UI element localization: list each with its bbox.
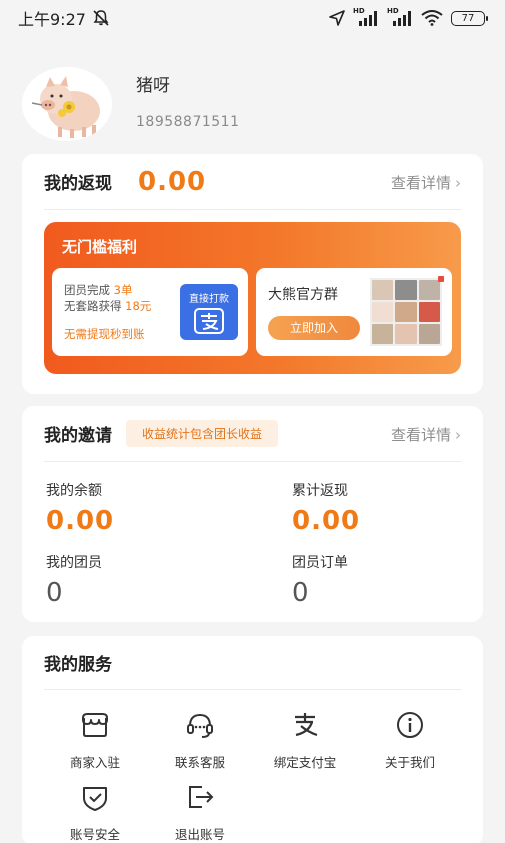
status-bar: 上午9:27 HD HD 77 (0, 0, 505, 36)
service-contact-support[interactable]: 联系客服 (145, 710, 255, 771)
group-member-avatar (418, 302, 440, 322)
promo-task-box[interactable]: 团员完成 3单 无套路获得 18元 无需提现秒到账 直接打款 (52, 268, 248, 356)
alipay-icon (295, 713, 318, 737)
logout-icon (189, 786, 214, 808)
profile-header[interactable]: 猪呀 18958871511 (22, 66, 482, 142)
promo-line-1-highlight: 3单 (113, 283, 133, 297)
group-member-avatar (418, 324, 440, 344)
pig-avatar-icon (22, 67, 112, 141)
promo-line-2-highlight: 18元 (125, 299, 152, 313)
invite-header: 我的邀请 收益统计包含团长收益 查看详情 › (44, 406, 461, 462)
red-dot-badge (438, 276, 444, 282)
signal-icon (359, 11, 377, 26)
invite-badge: 收益统计包含团长收益 (126, 420, 279, 447)
profile-text: 猪呀 18958871511 (136, 76, 240, 130)
signal-2: HD (387, 7, 413, 27)
stat-label: 累计返现 (292, 483, 348, 499)
cashback-detail-label: 查看详情 (390, 174, 451, 192)
service-merchant-entry[interactable]: 商家入驻 (40, 710, 150, 771)
stat-label: 我的余额 (46, 483, 102, 499)
user-phone: 18958871511 (136, 113, 240, 130)
chevron-right-icon: › (455, 425, 461, 444)
wifi-icon (421, 10, 443, 26)
headset-icon (187, 713, 213, 738)
join-now-button[interactable]: 立即加入 (268, 316, 360, 340)
invite-detail-link[interactable]: 查看详情 › (391, 424, 461, 445)
location-arrow-icon (329, 10, 345, 26)
chevron-right-icon: › (455, 173, 461, 192)
cashback-card: 我的返现 0.00 查看详情 › 无门槛福利 团员完成 3单 无套路获得 18元… (22, 154, 483, 394)
stat-members[interactable]: 我的团员 0 (46, 552, 102, 608)
stat-member-orders[interactable]: 团员订单 0 (292, 552, 348, 608)
avatar[interactable] (22, 67, 112, 141)
cashback-amount: 0.00 (138, 166, 207, 197)
service-account-security[interactable]: 账号安全 (40, 782, 150, 843)
notifications-off-icon (93, 10, 109, 26)
alipay-icon (194, 308, 224, 334)
service-label: 联系客服 (174, 755, 225, 770)
stat-label: 我的团员 (46, 555, 102, 571)
service-about-us[interactable]: 关于我们 (355, 710, 465, 771)
cashback-detail-link[interactable]: 查看详情 › (391, 172, 461, 193)
promo-line-2-prefix: 无套路获得 (64, 299, 126, 313)
stat-total-cashback[interactable]: 累计返现 0.00 (292, 480, 360, 536)
services-title: 我的服务 (44, 655, 112, 675)
promo-line-1: 团员完成 3单 (64, 282, 132, 298)
service-label: 账号安全 (69, 827, 120, 842)
group-member-avatar (372, 280, 394, 300)
signal-icon (393, 11, 411, 26)
promo-line-3: 无需提现秒到账 (64, 327, 145, 341)
service-bind-alipay[interactable]: 绑定支付宝 (250, 710, 360, 771)
direct-pay-button[interactable]: 直接打款 (180, 284, 238, 340)
group-title: 大熊官方群 (268, 287, 338, 303)
cashback-title: 我的返现 (44, 174, 112, 194)
promo-line-1-prefix: 团员完成 (64, 283, 114, 297)
user-name: 猪呀 (136, 75, 170, 96)
service-label: 绑定支付宝 (273, 755, 337, 770)
group-member-avatar (395, 324, 417, 344)
stat-value: 0 (292, 578, 310, 608)
group-member-avatar (372, 302, 394, 322)
status-time: 上午9:27 (18, 10, 86, 29)
service-label: 关于我们 (384, 755, 435, 770)
direct-pay-label: 直接打款 (189, 294, 229, 305)
group-member-avatar (372, 324, 394, 344)
stat-value: 0 (46, 578, 64, 608)
group-avatar-grid (370, 278, 442, 346)
promo-title: 无门槛福利 (62, 238, 138, 256)
invite-card: 我的邀请 收益统计包含团长收益 查看详情 › 我的余额 0.00 累计返现 0.… (22, 406, 483, 622)
status-left: 上午9:27 (18, 6, 110, 30)
battery-level: 77 (461, 12, 475, 24)
stat-value: 0.00 (46, 506, 115, 536)
cashback-header: 我的返现 0.00 查看详情 › (44, 154, 461, 210)
promo-banner: 无门槛福利 团员完成 3单 无套路获得 18元 无需提现秒到账 直接打款 大熊官… (44, 222, 461, 374)
services-header: 我的服务 (44, 636, 461, 690)
group-member-avatar (395, 302, 417, 322)
battery-indicator: 77 (451, 10, 488, 26)
stat-balance[interactable]: 我的余额 0.00 (46, 480, 114, 536)
service-logout[interactable]: 退出账号 (145, 782, 255, 843)
signal-1: HD (353, 7, 379, 27)
service-label: 商家入驻 (69, 755, 120, 770)
stat-value: 0.00 (292, 506, 361, 536)
info-icon (397, 712, 423, 738)
stat-label: 团员订单 (292, 555, 348, 571)
group-box[interactable]: 大熊官方群 立即加入 (256, 268, 452, 356)
invite-detail-label: 查看详情 (390, 426, 451, 444)
status-right: HD HD 77 (329, 7, 488, 27)
services-card: 我的服务 商家入驻 联系客服 绑定支付宝 关于我们 账号安全 退出账号 (22, 636, 483, 843)
group-member-avatar (418, 280, 440, 300)
service-label: 退出账号 (174, 827, 225, 842)
group-member-avatar (395, 280, 417, 300)
shield-icon (83, 787, 107, 811)
store-icon (82, 713, 108, 737)
invite-title: 我的邀请 (44, 426, 112, 446)
promo-line-2: 无套路获得 18元 (64, 298, 151, 314)
